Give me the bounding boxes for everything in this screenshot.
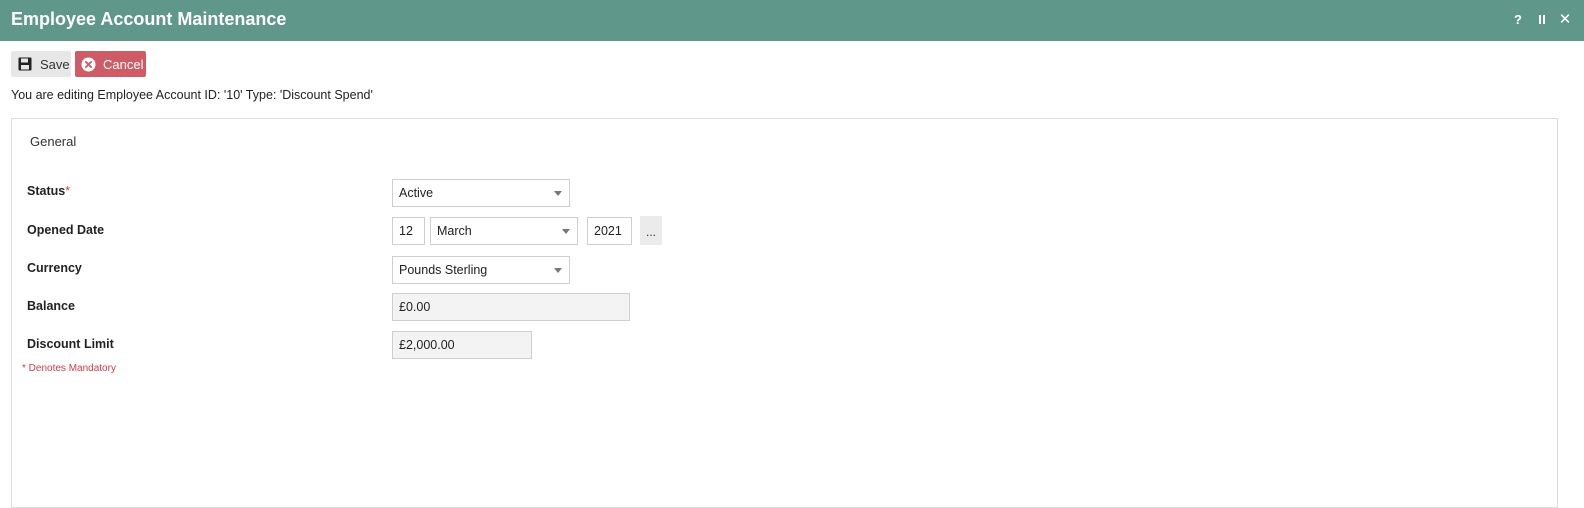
floppy-disk-icon [18,57,32,71]
editing-message: You are editing Employee Account ID: '10… [11,88,373,102]
cancel-circle-icon [81,56,96,72]
status-label-text: Status [27,184,66,198]
currency-select[interactable]: Pounds Sterling [392,256,570,284]
tab-general[interactable]: General [30,134,76,149]
status-select[interactable]: Active [392,179,570,207]
chevron-down-icon [562,229,570,234]
opened-date-year-input[interactable]: 2021 [587,217,632,245]
opened-date-month-value: March [437,224,472,238]
pause-icon[interactable] [1533,10,1551,28]
balance-field: £0.00 [392,293,630,321]
discount-limit-label: Discount Limit [27,337,114,351]
currency-select-value: Pounds Sterling [399,263,488,277]
status-select-value: Active [399,186,434,200]
cancel-button-label: Cancel [103,56,144,72]
status-label: Status* [27,184,70,198]
window-title: Employee Account Maintenance [11,9,287,29]
mandatory-note: * Denotes Mandatory [22,363,116,374]
cancel-button[interactable]: Cancel [75,51,146,77]
discount-limit-field[interactable]: £2,000.00 [392,331,532,359]
required-marker: * [65,184,71,198]
date-picker-button[interactable]: ... [640,216,662,245]
opened-date-day-input[interactable]: 12 [392,217,425,245]
balance-label: Balance [27,299,75,313]
currency-label: Currency [27,261,82,275]
close-icon[interactable]: ✕ [1556,10,1574,28]
form-panel [11,118,1558,508]
opened-date-month-select[interactable]: March [430,217,578,245]
opened-date-label: Opened Date [27,223,105,237]
help-icon[interactable]: ? [1509,10,1527,28]
save-button-label: Save [40,56,70,72]
chevron-down-icon [554,268,562,273]
save-button[interactable]: Save [11,51,71,77]
chevron-down-icon [554,191,562,196]
title-bar: Employee Account Maintenance ? ✕ [0,0,1584,41]
